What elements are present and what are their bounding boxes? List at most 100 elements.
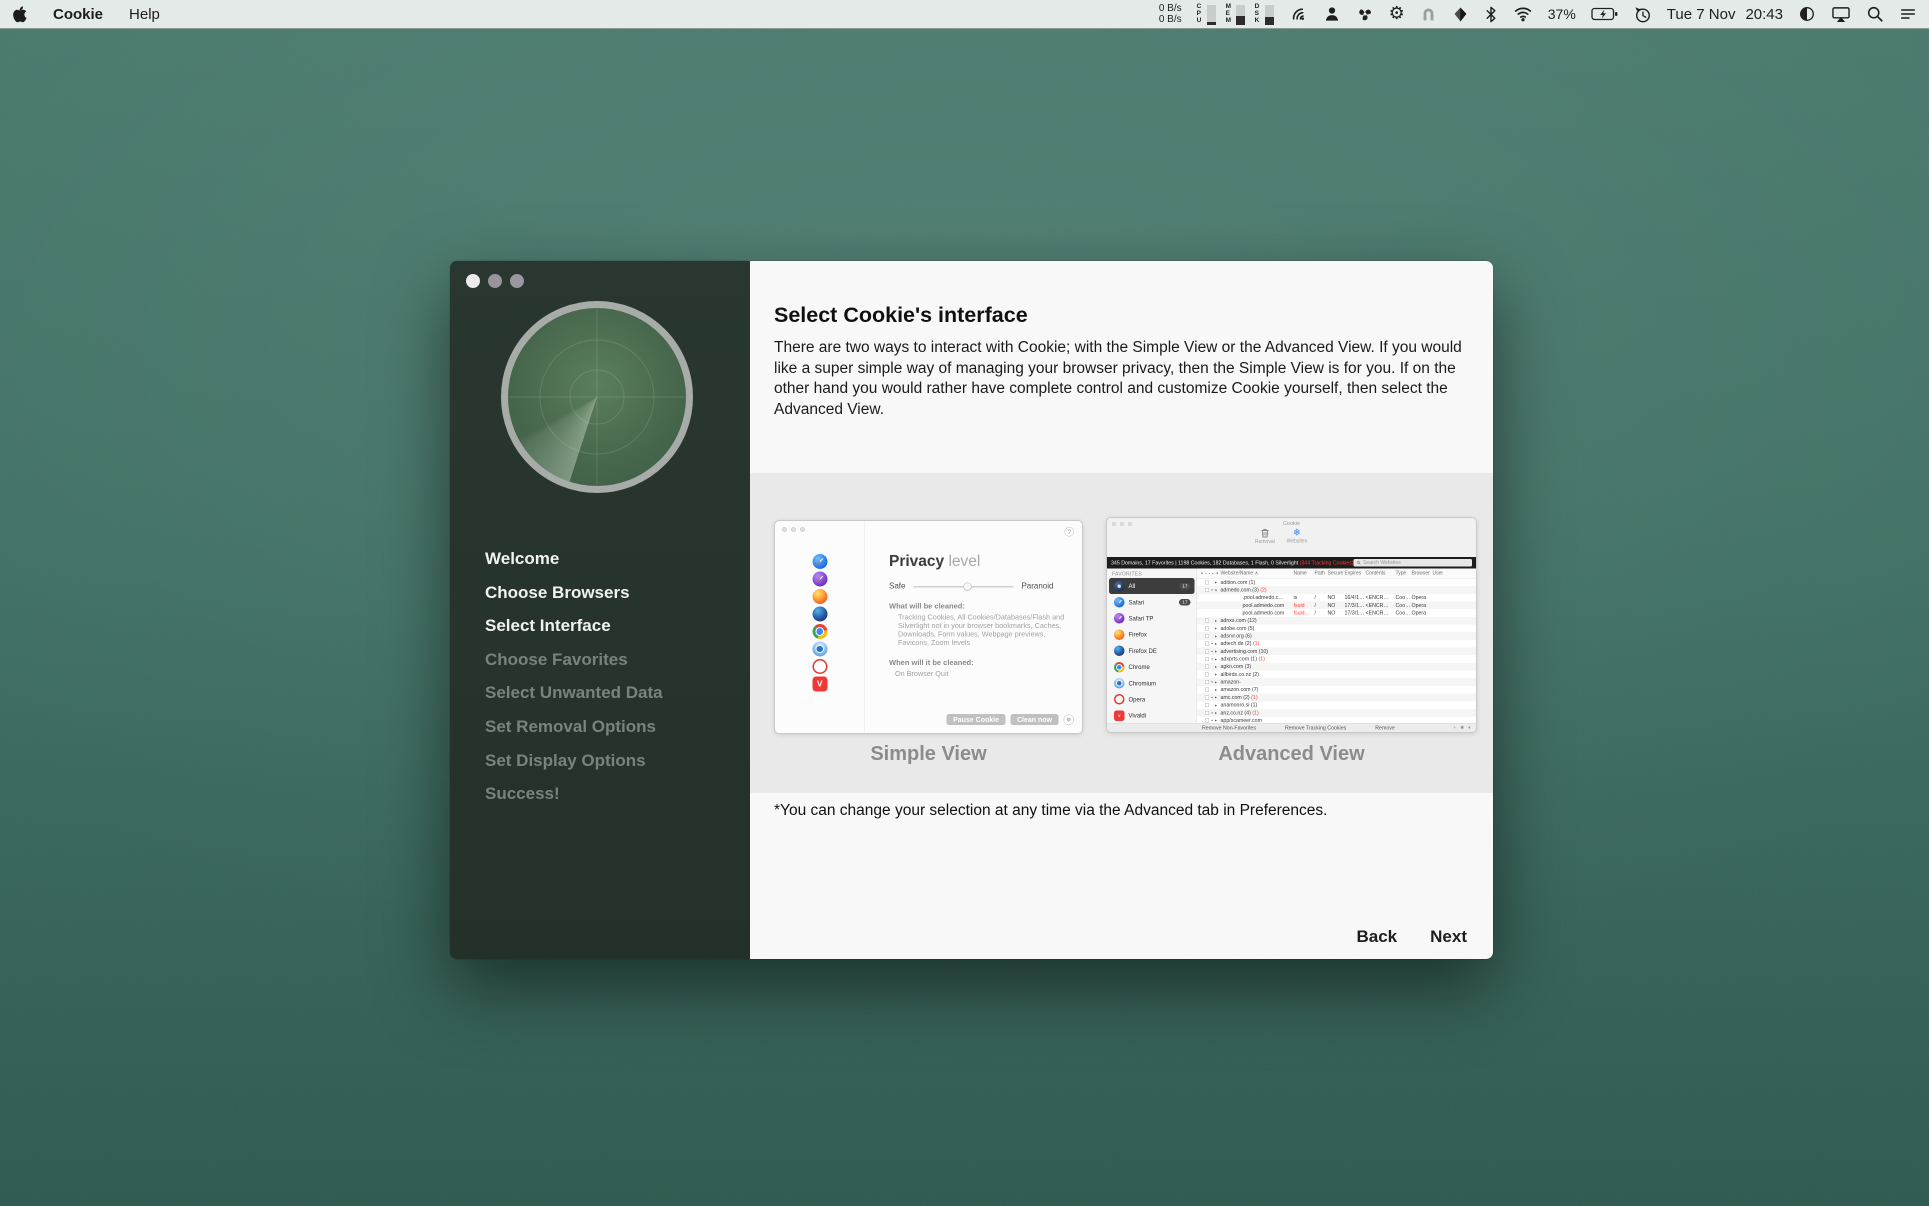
browser-icon — [1114, 646, 1125, 657]
meter: DSK — [1255, 4, 1274, 25]
menubar-help[interactable]: Help — [129, 6, 160, 23]
removal-tool: Removal — [1255, 528, 1275, 545]
traffic-lights — [466, 274, 524, 288]
count-badge: 17 — [1179, 583, 1190, 590]
slider-safe-label: Safe — [889, 582, 905, 591]
preferences-note: *You can change your selection at any ti… — [774, 802, 1327, 820]
time-machine-icon[interactable] — [1633, 5, 1652, 24]
browser-icon — [812, 677, 827, 692]
favorites-row: Firefox DE — [1109, 643, 1195, 659]
time: 20:43 — [1745, 6, 1783, 23]
cookie-row: ▸ adnxs.com (12) — [1197, 617, 1476, 625]
footer-icons: + ✱ ▾ — [1453, 725, 1472, 731]
wizard-sidebar: Welcome Choose Browsers Select Interface… — [450, 261, 750, 959]
wizard-step: Choose Browsers — [485, 576, 663, 610]
favorites-row: Firefox — [1109, 627, 1195, 643]
airplay-icon[interactable] — [1831, 6, 1851, 23]
cookie-row: .pool.admedo.c… is / NO 16/4/1… <ENCR… C… — [1197, 594, 1476, 602]
advanced-view-mini-window: Cookie Removal ❄ Websites — [1106, 517, 1477, 733]
wizard-steps: Welcome Choose Browsers Select Interface… — [485, 542, 663, 811]
footer-action: Remove Non-Favorites — [1202, 725, 1256, 731]
cookie-row: ▸ adition.com (1) — [1197, 579, 1476, 587]
cookie-row: pool.admedo.com fsuid / NO 17/3/1… <ENCR… — [1197, 602, 1476, 610]
back-button[interactable]: Back — [1357, 927, 1398, 947]
mini-statusbar: 345 Domains, 17 Favorites | 1198 Cookies… — [1107, 557, 1476, 569]
meter: MEM — [1226, 4, 1245, 25]
pinwheel-icon[interactable] — [1356, 5, 1374, 23]
row-checkbox — [1205, 580, 1209, 584]
mini-favorites-panel: FAVORITES All 17 — [1107, 569, 1197, 724]
signal-tilted-icon[interactable] — [1289, 5, 1308, 24]
browser-icon — [1114, 629, 1125, 640]
table-header: ▾ • • • ✦ Website/Name ∧ Name Path Secur… — [1197, 569, 1476, 579]
cookie-row: ▸ anamonro.si (1) — [1197, 701, 1476, 709]
pause-cookie-button: Pause Cookie — [947, 714, 1006, 725]
search-icon[interactable] — [1866, 5, 1884, 23]
wizard-content: Select Cookie's interface There are two … — [750, 261, 1493, 959]
count-badge: 17 — [1179, 599, 1190, 606]
clean-now-button: Clean now — [1010, 714, 1058, 725]
zoom-button[interactable] — [510, 274, 524, 288]
network-speed[interactable]: 0 B/s 0 B/s — [1159, 3, 1182, 25]
wizard-step: Select Interface — [485, 609, 663, 643]
close-button[interactable] — [466, 274, 480, 288]
simple-view-preview[interactable]: ? Privacy level Safe Paranoid — [774, 520, 1083, 734]
simple-view-caption: Simple View — [774, 743, 1083, 766]
simple-view-mini-window: ? Privacy level Safe Paranoid — [774, 520, 1083, 734]
favorites-row: Safari TP — [1109, 610, 1195, 626]
footer-action: Remove — [1375, 725, 1395, 731]
cookie-row: ▸ allbirds.co.nz (2) — [1197, 671, 1476, 679]
preview-band: ? Privacy level Safe Paranoid — [750, 473, 1493, 793]
ribbon-diamond-icon[interactable] — [1452, 6, 1469, 23]
contrast-icon[interactable] — [1798, 5, 1816, 23]
wizard-step: Set Removal Options — [485, 710, 663, 744]
wizard-step: Success! — [485, 777, 663, 811]
wizard-nav: Back Next — [1357, 927, 1468, 947]
page-title: Select Cookie's interface — [774, 303, 1028, 328]
row-checkbox — [1205, 665, 1209, 669]
advanced-view-preview[interactable]: Cookie Removal ❄ Websites — [1106, 517, 1477, 733]
menubar-clock[interactable]: Tue 7 Nov 20:43 — [1667, 6, 1783, 23]
battery-icon[interactable] — [1591, 7, 1618, 21]
browser-icon — [1114, 694, 1125, 705]
user-icon[interactable] — [1323, 5, 1341, 23]
menu-bar: Cookie Help 0 B/s 0 B/s CPU MEM — [0, 0, 1929, 29]
browser-icon — [1114, 710, 1125, 721]
browser-icon — [812, 642, 827, 657]
apple-menu-icon[interactable] — [12, 5, 27, 23]
mini-toolbar: Removal ❄ Websites — [1255, 528, 1307, 545]
domain-stats: 345 Domains, 17 Favorites | 1198 Cookies… — [1111, 560, 1354, 566]
websites-tool: ❄ Websites — [1287, 528, 1307, 545]
cookie-row: • ▾ admedo.com (3)(2) — [1197, 586, 1476, 594]
bluetooth-icon[interactable] — [1484, 5, 1498, 24]
browser-icon — [812, 607, 827, 622]
next-button[interactable]: Next — [1430, 927, 1467, 947]
page-description: There are two ways to interact with Cook… — [774, 338, 1474, 420]
cookie-setup-window: Welcome Choose Browsers Select Interface… — [450, 261, 1493, 959]
cookie-row: pool.admedo.com fsuid… / NO 17/3/1… <ENC… — [1197, 609, 1476, 617]
minimize-button[interactable] — [488, 274, 502, 288]
browser-icon — [1114, 597, 1125, 608]
system-meters[interactable]: CPU MEM DSK — [1197, 4, 1274, 25]
browser-icon — [1114, 581, 1125, 592]
cookie-row: ▸ agkn.com (3) — [1197, 663, 1476, 671]
cookie-row: • ▸ amc.com (2)(1) — [1197, 694, 1476, 702]
footer-action: Remove Tracking Cookies — [1285, 725, 1346, 731]
arch-icon[interactable] — [1420, 5, 1437, 23]
browser-icon — [812, 624, 827, 639]
browser-icon — [1114, 613, 1125, 624]
wifi-icon[interactable] — [1513, 6, 1533, 22]
radar-icon — [501, 301, 693, 493]
when-cleaned-value: On Browser Quit — [895, 670, 1082, 678]
gear-icon[interactable]: ⚙ — [1389, 5, 1405, 23]
cookie-row: ▸ adobe.com (5) — [1197, 625, 1476, 633]
row-checkbox — [1205, 672, 1209, 676]
mini-search-icon — [1357, 561, 1362, 566]
notification-list-icon[interactable] — [1899, 6, 1917, 22]
mini-cookie-table: ▾ • • • ✦ Website/Name ∧ Name Path Secur… — [1197, 569, 1476, 724]
meter: CPU — [1197, 4, 1216, 25]
what-cleaned-label: What will be cleaned: — [889, 602, 1082, 611]
browser-icon — [812, 659, 827, 674]
menubar-app-name[interactable]: Cookie — [53, 6, 103, 23]
favorites-row: Chrome — [1109, 659, 1195, 675]
